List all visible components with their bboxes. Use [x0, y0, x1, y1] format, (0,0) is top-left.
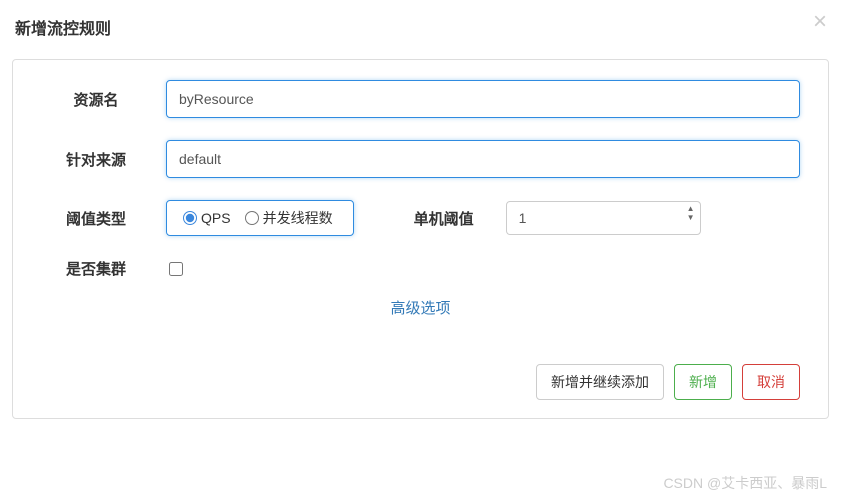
resource-input[interactable] — [166, 80, 800, 118]
single-threshold-label: 单机阈值 — [414, 208, 474, 229]
source-label: 针对来源 — [41, 149, 151, 170]
modal-body: 资源名 针对来源 阈值类型 QPS 并发线程数 单机阈值 ▲ ▼ — [12, 59, 829, 419]
advanced-row: 高级选项 — [41, 297, 800, 318]
radio-threads-label: 并发线程数 — [263, 208, 333, 228]
spinner-up-icon[interactable]: ▲ — [687, 205, 695, 213]
source-input[interactable] — [166, 140, 800, 178]
threshold-row: 阈值类型 QPS 并发线程数 单机阈值 ▲ ▼ — [41, 200, 800, 236]
threshold-radio-group: QPS 并发线程数 — [166, 200, 354, 236]
modal-title: 新增流控规则 — [15, 15, 826, 39]
cluster-checkbox[interactable] — [169, 262, 183, 276]
watermark: CSDN @艾卡西亚、暴雨L — [663, 473, 827, 493]
advanced-options-link[interactable]: 高级选项 — [390, 300, 450, 317]
radio-qps[interactable]: QPS — [183, 210, 231, 226]
spinner: ▲ ▼ — [687, 205, 695, 222]
single-threshold-input[interactable] — [506, 201, 701, 235]
close-icon[interactable]: × — [813, 10, 827, 34]
radio-qps-label: QPS — [201, 210, 231, 226]
single-threshold-wrap: ▲ ▼ — [506, 201, 701, 235]
add-button[interactable]: 新增 — [674, 364, 732, 400]
resource-label: 资源名 — [41, 89, 151, 110]
spinner-down-icon[interactable]: ▼ — [687, 214, 695, 222]
modal-header: 新增流控规则 × — [0, 0, 841, 49]
radio-threads[interactable]: 并发线程数 — [245, 208, 333, 228]
radio-threads-input[interactable] — [245, 211, 259, 225]
footer-buttons: 新增并继续添加 新增 取消 — [41, 358, 800, 400]
resource-row: 资源名 — [41, 80, 800, 118]
radio-qps-input[interactable] — [183, 211, 197, 225]
threshold-type-label: 阈值类型 — [41, 208, 151, 229]
source-row: 针对来源 — [41, 140, 800, 178]
add-continue-button[interactable]: 新增并继续添加 — [536, 364, 664, 400]
cancel-button[interactable]: 取消 — [742, 364, 800, 400]
cluster-row: 是否集群 — [41, 258, 800, 279]
cluster-label: 是否集群 — [41, 258, 151, 279]
